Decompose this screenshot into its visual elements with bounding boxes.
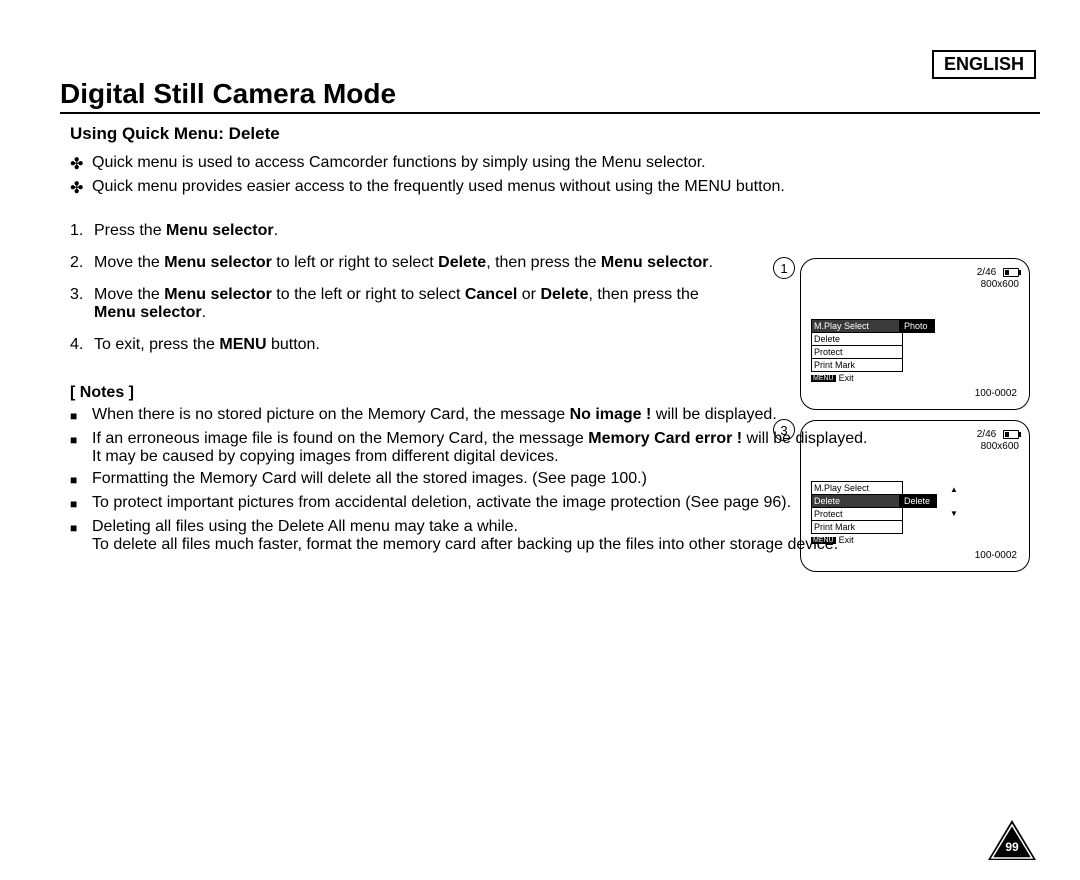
battery-icon bbox=[1003, 430, 1019, 439]
intro-item: ✤Quick menu is used to access Camcorder … bbox=[70, 154, 1040, 174]
intro-item: ✤Quick menu provides easier access to th… bbox=[70, 178, 1040, 198]
quick-menu-item: Delete bbox=[811, 332, 903, 346]
battery-icon bbox=[1003, 268, 1019, 277]
step-circle-3: 3 bbox=[773, 419, 795, 441]
section-heading: Using Quick Menu: Delete bbox=[70, 124, 1040, 144]
step-item: 1.Press the Menu selector. bbox=[70, 222, 1040, 240]
quick-menu-item: Protect bbox=[811, 345, 903, 359]
lcd-screenshot-1: 1 2/46 800x600 M.Play SelectPhotoDeleteP… bbox=[800, 258, 1030, 410]
arrow-up-icon: ▲ bbox=[950, 484, 958, 496]
resolution-label: 800x600 bbox=[981, 441, 1019, 452]
quick-menu-item: DeleteDelete▲▼ bbox=[811, 494, 903, 508]
exit-label: Exit bbox=[839, 373, 854, 383]
menu-badge-icon: MENU bbox=[811, 537, 836, 544]
quick-menu-3: M.Play SelectDeleteDelete▲▼ProtectPrint … bbox=[811, 481, 1019, 534]
image-counter: 2/46 bbox=[977, 267, 996, 278]
quick-menu-1: M.Play SelectPhotoDeleteProtectPrint Mar… bbox=[811, 319, 1019, 372]
page-number-badge: 99 bbox=[988, 820, 1036, 860]
quick-menu-value: Photo bbox=[899, 319, 935, 333]
quick-menu-item: Protect bbox=[811, 507, 903, 521]
exit-hint-1: MENU Exit bbox=[811, 373, 1019, 383]
exit-hint-3: MENU Exit bbox=[811, 535, 1019, 545]
quick-menu-item: Print Mark bbox=[811, 520, 903, 534]
lcd-screenshot-3: 3 2/46 800x600 M.Play SelectDeleteDelete… bbox=[800, 420, 1030, 572]
exit-label: Exit bbox=[839, 535, 854, 545]
quick-menu-value: Delete bbox=[899, 494, 937, 508]
page-number: 99 bbox=[988, 840, 1036, 854]
quick-menu-item: M.Play SelectPhoto bbox=[811, 319, 903, 333]
quick-menu-item: Print Mark bbox=[811, 358, 903, 372]
language-label: ENGLISH bbox=[932, 50, 1036, 79]
arrow-down-icon: ▼ bbox=[950, 508, 958, 520]
resolution-label: 800x600 bbox=[981, 279, 1019, 290]
quick-menu-item: M.Play Select bbox=[811, 481, 903, 495]
intro-block: ✤Quick menu is used to access Camcorder … bbox=[70, 154, 1040, 198]
file-code-3: 100-0002 bbox=[975, 550, 1017, 561]
image-counter: 2/46 bbox=[977, 429, 996, 440]
menu-badge-icon: MENU bbox=[811, 375, 836, 382]
file-code-1: 100-0002 bbox=[975, 388, 1017, 399]
step-circle-1: 1 bbox=[773, 257, 795, 279]
page-title: Digital Still Camera Mode bbox=[60, 78, 1040, 114]
